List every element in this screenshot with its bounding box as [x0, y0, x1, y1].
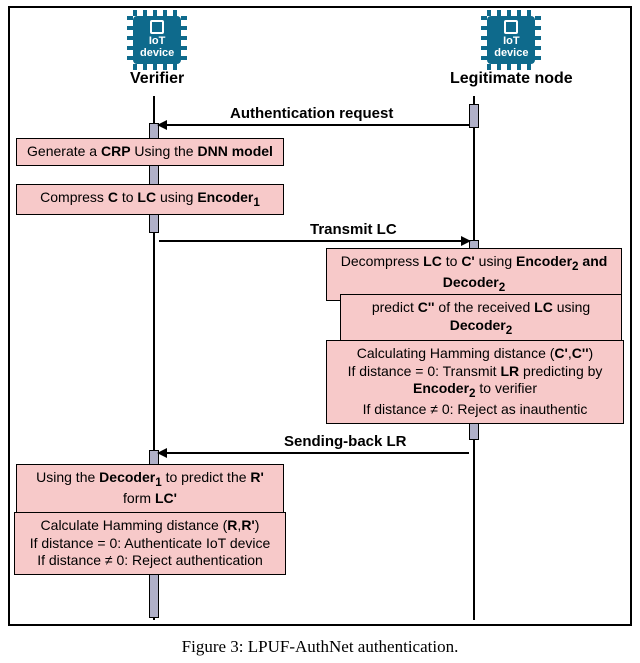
- step-verifier-hamming: Calculate Hamming distance (R,R')If dist…: [14, 512, 286, 575]
- actor-label: Legitimate node: [450, 70, 573, 88]
- text: Calculating Hamming distance (C',C'')If …: [348, 345, 603, 417]
- actor-legitimate-node: IoTdevice Legitimate node: [450, 16, 573, 88]
- actor-label: Verifier: [130, 70, 184, 88]
- msg-label-send-lr: Sending-back LR: [284, 433, 407, 450]
- text: Using the Decoder1 to predict the R' for…: [36, 469, 264, 506]
- arrow-transmit-lc: [159, 240, 469, 242]
- figure-caption: Figure 3: LPUF-AuthNet authentication.: [0, 637, 640, 657]
- step-verifier-compress: Compress C to LC using Encoder1: [16, 184, 284, 215]
- msg-label-auth-request: Authentication request: [230, 105, 393, 122]
- text: predict C'' of the received LC using Dec…: [372, 299, 590, 333]
- text: Calculate Hamming distance (R,R')If dist…: [30, 517, 271, 568]
- sequence-diagram-frame: IoTdevice Verifier IoTdevice Legitimate …: [8, 6, 632, 626]
- chip-text: IoTdevice: [494, 36, 528, 59]
- text: Generate a CRP Using the DNN model: [27, 143, 273, 159]
- chip-icon: IoTdevice: [487, 16, 535, 64]
- step-verifier-decode: Using the Decoder1 to predict the R' for…: [16, 464, 284, 513]
- chip-icon: IoTdevice: [133, 16, 181, 64]
- activation-legitimate-1: [469, 104, 479, 128]
- text: Compress C to LC using Encoder1: [40, 189, 260, 205]
- arrow-auth-request: [159, 124, 469, 126]
- chip-text: IoTdevice: [140, 36, 174, 59]
- msg-label-transmit-lc: Transmit LC: [310, 221, 397, 238]
- step-verifier-generate-crp: Generate a CRP Using the DNN model: [16, 138, 284, 166]
- arrow-send-lr: [159, 452, 469, 454]
- step-legit-decompress: Decompress LC to C' using Encoder2 and D…: [326, 248, 622, 301]
- text: Decompress LC to C' using Encoder2 and D…: [341, 253, 608, 290]
- step-legit-predict: predict C'' of the received LC using Dec…: [340, 294, 622, 343]
- actor-verifier: IoTdevice Verifier: [130, 16, 184, 88]
- step-legit-hamming: Calculating Hamming distance (C',C'')If …: [326, 340, 624, 424]
